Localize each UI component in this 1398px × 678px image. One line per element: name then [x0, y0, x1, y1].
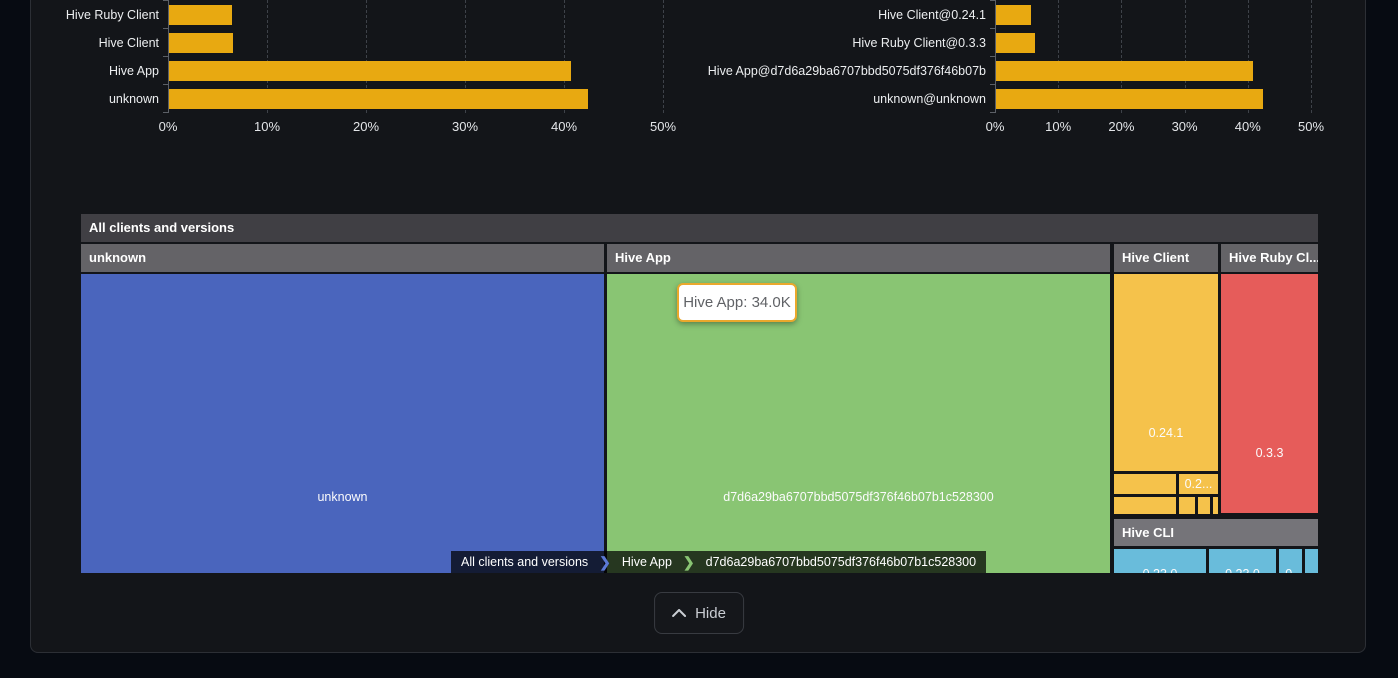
- x-tick-label: 30%: [1155, 119, 1215, 134]
- breadcrumb: All clients and versions ❯ Hive App ❯ d7…: [451, 551, 986, 573]
- treemap-cell-label: 0.23.0: [1114, 567, 1206, 573]
- treemap-section-header-hive-ruby-client[interactable]: Hive Ruby Cl...: [1221, 244, 1318, 272]
- treemap-root-header[interactable]: All clients and versions: [81, 214, 1318, 242]
- bar-Hive App@d7d6a29ba6707bbd5075df376f46b07b[interactable]: [996, 61, 1253, 81]
- axis-tick: [990, 0, 995, 1]
- category-label: Hive App@d7d6a29ba6707bbd5075df376f46b07…: [656, 64, 986, 78]
- chevron-up-icon: [672, 609, 686, 617]
- axis-tick: [163, 56, 168, 57]
- x-tick-label: 10%: [1028, 119, 1088, 134]
- treemap-cell-hive-client-sub[interactable]: [1114, 474, 1176, 494]
- treemap-cell-label: 0.23.0: [1209, 567, 1276, 573]
- bar-unknown[interactable]: [169, 89, 588, 109]
- treemap-cell-label: 0.: [1279, 567, 1302, 573]
- axis-tick: [990, 112, 995, 113]
- category-label: Hive Ruby Client: [9, 8, 159, 22]
- x-tick-label: 0%: [965, 119, 1025, 134]
- treemap-section-header-hive-client[interactable]: Hive Client: [1114, 244, 1218, 272]
- treemap-cell-hive-client-sub[interactable]: 0.2...: [1179, 474, 1218, 494]
- bar-Hive Ruby Client[interactable]: [169, 5, 232, 25]
- treemap-cell-label: 0.2...: [1179, 477, 1218, 491]
- x-tick-label: 50%: [633, 119, 693, 134]
- category-label: Hive Ruby Client@0.3.3: [656, 36, 986, 50]
- x-tick-label: 40%: [534, 119, 594, 134]
- category-label: Hive Client: [9, 36, 159, 50]
- x-tick-label: 20%: [1091, 119, 1151, 134]
- axis-tick: [990, 84, 995, 85]
- bar-unknown@unknown[interactable]: [996, 89, 1263, 109]
- x-tick-label: 20%: [336, 119, 396, 134]
- x-tick-label: 50%: [1281, 119, 1341, 134]
- treemap: All clients and versions unknown unknown…: [81, 214, 1318, 573]
- category-label: unknown@unknown: [656, 92, 986, 106]
- x-tick-label: 0%: [138, 119, 198, 134]
- axis-tick: [163, 28, 168, 29]
- treemap-cell-label: 0.3.3: [1221, 446, 1318, 460]
- treemap-cell-hive-client-sub[interactable]: [1213, 497, 1218, 514]
- bar-charts: 0%10%20%30%40%50%Hive Ruby ClientHive Cl…: [0, 0, 1398, 140]
- bar-Hive Client@0.24.1[interactable]: [996, 5, 1031, 25]
- chevron-right-icon: ❯: [598, 551, 612, 573]
- treemap-cell-label: 0.24.1: [1114, 426, 1218, 440]
- x-gridline: [1311, 0, 1312, 113]
- hide-button[interactable]: Hide: [654, 592, 744, 634]
- category-label: Hive Client@0.24.1: [656, 8, 986, 22]
- treemap-section-header-hive-app[interactable]: Hive App: [607, 244, 1110, 272]
- treemap-tooltip: Hive App: 34.0K: [677, 283, 797, 322]
- breadcrumb-item-version[interactable]: d7d6a29ba6707bbd5075df376f46b07b1c528300: [696, 551, 986, 573]
- axis-tick: [163, 0, 168, 1]
- tooltip-text: Hive App: 34.0K: [683, 294, 791, 311]
- treemap-cell-unknown[interactable]: unknown: [81, 274, 604, 573]
- breadcrumb-item-root[interactable]: All clients and versions: [451, 551, 598, 573]
- x-tick-label: 10%: [237, 119, 297, 134]
- treemap-cell-hive-client-sub[interactable]: [1198, 497, 1210, 514]
- treemap-section-header-unknown[interactable]: unknown: [81, 244, 604, 272]
- hide-button-label: Hide: [695, 605, 726, 622]
- axis-tick: [990, 28, 995, 29]
- treemap-cell-hive-cli[interactable]: 0.23.0: [1209, 549, 1276, 573]
- treemap-section-header-hive-cli[interactable]: Hive CLI: [1114, 519, 1318, 546]
- treemap-cell-hive-ruby-033[interactable]: 0.3.3: [1221, 274, 1318, 513]
- breadcrumb-item-hive-app[interactable]: Hive App: [612, 551, 682, 573]
- bar-Hive Client[interactable]: [169, 33, 233, 53]
- treemap-cell-hive-cli[interactable]: 0.23.0: [1114, 549, 1206, 573]
- axis-tick: [163, 112, 168, 113]
- axis-tick: [163, 84, 168, 85]
- treemap-cell-hive-cli[interactable]: [1305, 549, 1318, 573]
- x-tick-label: 40%: [1218, 119, 1278, 134]
- category-label: unknown: [9, 92, 159, 106]
- x-tick-label: 30%: [435, 119, 495, 134]
- category-label: Hive App: [9, 64, 159, 78]
- axis-tick: [990, 56, 995, 57]
- bar-Hive App[interactable]: [169, 61, 571, 81]
- treemap-cell-label: d7d6a29ba6707bbd5075df376f46b07b1c528300: [607, 490, 1110, 504]
- treemap-cell-hive-client-sub[interactable]: [1114, 497, 1176, 514]
- bar-Hive Ruby Client@0.3.3[interactable]: [996, 33, 1035, 53]
- chevron-right-icon: ❯: [682, 551, 696, 573]
- treemap-cell-hive-client-sub[interactable]: [1179, 497, 1195, 514]
- treemap-cell-hive-cli[interactable]: 0.: [1279, 549, 1302, 573]
- treemap-cell-hive-client-0241[interactable]: 0.24.1: [1114, 274, 1218, 471]
- treemap-cell-label: unknown: [81, 490, 604, 504]
